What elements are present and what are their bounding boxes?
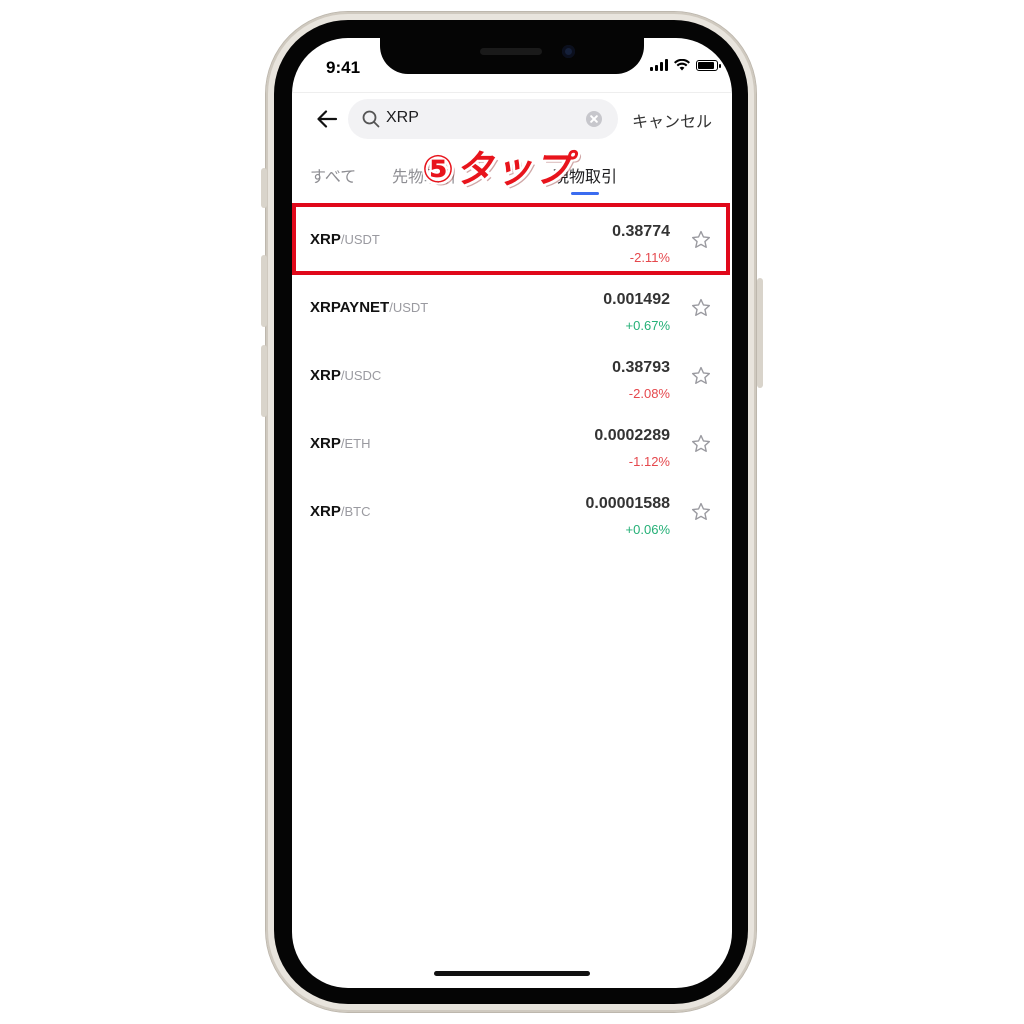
cellular-signal-icon: [650, 59, 668, 71]
header-divider: [292, 92, 732, 93]
battery-icon: [696, 59, 721, 71]
pair-quote: /ETH: [340, 436, 371, 451]
pair-price: 0.00001588: [585, 495, 670, 512]
pair-row-xrp-btc[interactable]: XRP/BTC 0.00001588 +0.06%: [292, 478, 732, 546]
pair-quote: /USDT: [340, 232, 380, 247]
home-indicator[interactable]: [434, 971, 590, 976]
pair-price: 0.0002289: [594, 427, 670, 444]
search-value: XRP: [386, 109, 419, 126]
wifi-icon: [674, 59, 690, 71]
pair-name: XRP/ETH: [310, 435, 370, 452]
pair-quote: /USDC: [340, 368, 382, 383]
pair-change: -2.08%: [628, 386, 670, 401]
pair-quote: /USDT: [389, 300, 429, 315]
pair-change: +0.06%: [625, 522, 670, 537]
pair-row-xrp-eth[interactable]: XRP/ETH 0.0002289 -1.12%: [292, 410, 732, 478]
pair-base: XRP: [310, 503, 341, 520]
front-camera: [562, 45, 575, 58]
pair-base: XRP: [310, 435, 341, 452]
pair-change: -1.12%: [628, 454, 670, 469]
pair-name: XRP/USDC: [310, 367, 381, 384]
silent-switch: [261, 168, 267, 208]
active-tab-indicator: [571, 192, 599, 195]
cancel-button[interactable]: キャンセル: [632, 108, 712, 132]
pair-price: 0.001492: [603, 291, 670, 308]
pair-change: -2.11%: [629, 250, 670, 265]
pair-name: XRP/USDT: [310, 231, 380, 248]
status-time: 9:41: [326, 58, 361, 77]
pair-name: XRP/BTC: [310, 503, 370, 520]
search-input[interactable]: XRP: [348, 99, 618, 139]
pair-row-xrp-usdt[interactable]: XRP/USDT 0.38774 -2.11%: [292, 206, 732, 274]
volume-down-button: [261, 345, 267, 417]
star-outline-icon[interactable]: [690, 229, 712, 251]
star-outline-icon[interactable]: [690, 297, 712, 319]
notch: [380, 38, 644, 74]
arrow-left-icon[interactable]: [314, 106, 340, 132]
search-icon: [362, 110, 380, 128]
pair-quote: /BTC: [340, 504, 371, 519]
star-outline-icon[interactable]: [690, 365, 712, 387]
star-outline-icon[interactable]: [690, 501, 712, 523]
volume-up-button: [261, 255, 267, 327]
pair-change: +0.67%: [625, 318, 670, 333]
tap-annotation: ⑤タップ: [422, 149, 573, 191]
pair-row-xrpaynet-usdt[interactable]: XRPAYNET/USDT 0.001492 +0.67%: [292, 274, 732, 342]
pair-base: XRP: [310, 231, 341, 248]
pair-row-xrp-usdc[interactable]: XRP/USDC 0.38793 -2.08%: [292, 342, 732, 410]
pair-price: 0.38793: [612, 359, 670, 376]
star-outline-icon[interactable]: [690, 433, 712, 455]
status-icons: [650, 59, 721, 71]
phone-screen: 9:41 XRP キャンセル すべて 先物取引 現物取引 ⑤タップ XRP/US…: [292, 38, 732, 988]
speaker: [480, 48, 542, 55]
power-button: [757, 278, 763, 388]
pair-base: XRP: [310, 367, 341, 384]
clear-icon[interactable]: [586, 111, 602, 127]
pair-base: XRPAYNET: [310, 299, 390, 316]
pair-name: XRPAYNET/USDT: [310, 299, 428, 316]
tab-all[interactable]: すべて: [310, 163, 356, 187]
pair-price: 0.38774: [612, 223, 670, 240]
